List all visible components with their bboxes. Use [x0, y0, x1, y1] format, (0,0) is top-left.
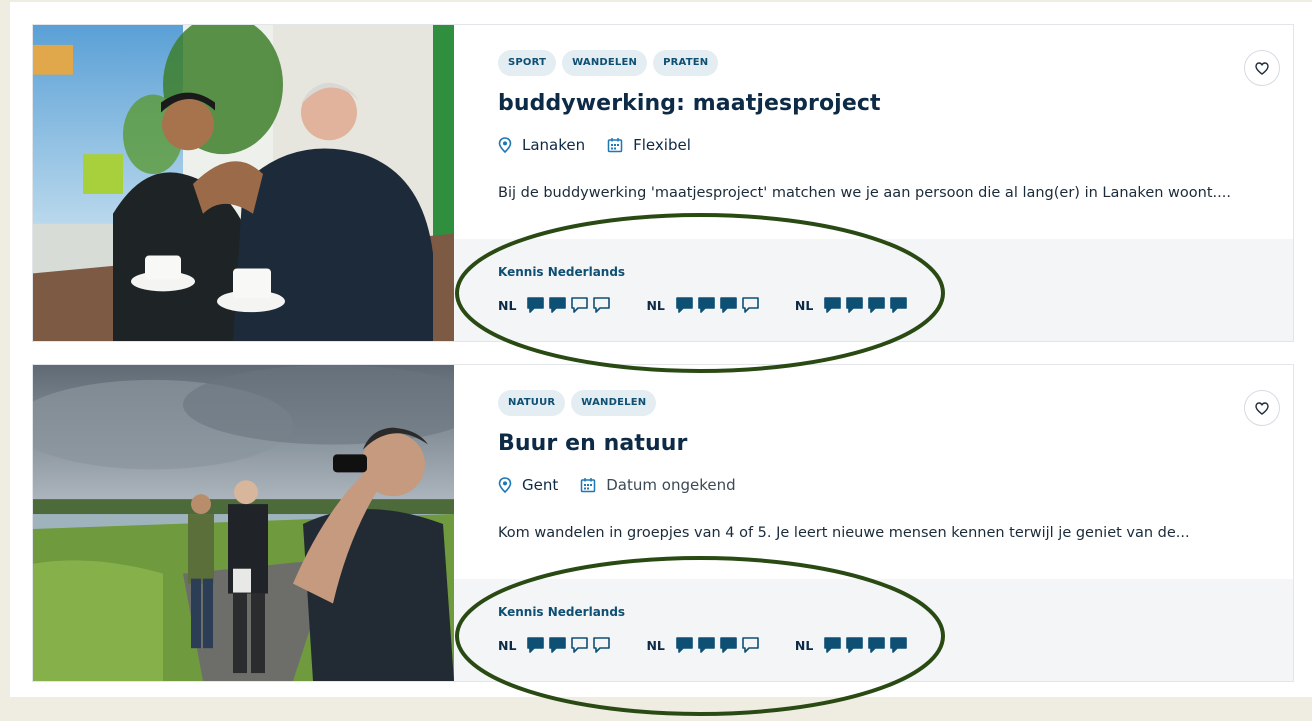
map-pin-icon — [498, 137, 512, 153]
favorite-button[interactable] — [1244, 390, 1280, 426]
favorite-button[interactable] — [1244, 50, 1280, 86]
activity-photo — [33, 365, 454, 681]
filled-speech-bubble-icon — [676, 297, 693, 313]
activity-location: Lanaken — [522, 136, 586, 154]
language-code: NL — [498, 637, 517, 653]
level-bubbles — [823, 296, 908, 314]
language-level: NL — [498, 296, 611, 314]
language-code: NL — [646, 297, 665, 313]
tag[interactable]: SPORT — [498, 50, 557, 76]
filled-speech-bubble-icon — [698, 297, 715, 313]
empty-speech-bubble-icon — [593, 637, 611, 653]
calendar-icon — [607, 138, 623, 153]
card-content: SPORT WANDELEN PRATEN buddywerking: maat… — [454, 25, 1293, 341]
card-content: NATUUR WANDELEN Buur en natuur Gent Datu… — [454, 365, 1293, 681]
filled-speech-bubble-icon — [868, 637, 886, 653]
filled-speech-bubble-icon — [846, 297, 864, 313]
level-list: NL NL NL — [498, 296, 943, 314]
tag[interactable]: NATUUR — [498, 390, 566, 416]
empty-speech-bubble-icon — [571, 637, 589, 653]
level-bubbles — [675, 636, 760, 654]
language-code: NL — [498, 297, 517, 313]
language-level: NL — [795, 636, 908, 654]
filled-speech-bubble-icon — [824, 637, 842, 653]
map-pin-icon — [498, 477, 512, 493]
language-code: NL — [794, 297, 814, 313]
skills-title: Kennis Nederlands — [498, 265, 626, 279]
heart-icon — [1255, 61, 1269, 75]
tag-list: SPORT WANDELEN PRATEN — [498, 50, 719, 76]
activity-meta: Gent Datum ongekend — [498, 476, 758, 494]
activity-meta: Lanaken Flexibel — [498, 136, 713, 154]
filled-speech-bubble-icon — [720, 637, 737, 653]
skills-title: Kennis Nederlands — [498, 605, 626, 619]
filled-speech-bubble-icon — [824, 297, 842, 313]
activity-title[interactable]: Buur en natuur — [498, 431, 687, 456]
activity-description: Kom wandelen in groepjes van 4 of 5. Je … — [498, 525, 1190, 541]
activity-photo — [33, 25, 454, 341]
filled-speech-bubble-icon — [527, 637, 545, 653]
language-level: NL — [646, 296, 759, 314]
tag[interactable]: WANDELEN — [562, 50, 648, 76]
language-level: NL — [498, 636, 611, 654]
filled-speech-bubble-icon — [527, 297, 545, 313]
filled-speech-bubble-icon — [720, 297, 737, 313]
language-skills: Kennis Nederlands NL NL NL — [454, 579, 1293, 681]
activity-title[interactable]: buddywerking: maatjesproject — [498, 91, 881, 116]
tag[interactable]: WANDELEN — [571, 390, 657, 416]
empty-speech-bubble-icon — [742, 297, 759, 313]
filled-speech-bubble-icon — [549, 297, 567, 313]
filled-speech-bubble-icon — [890, 297, 908, 313]
filled-speech-bubble-icon — [676, 637, 693, 653]
heart-icon — [1255, 401, 1269, 415]
filled-speech-bubble-icon — [549, 637, 567, 653]
filled-speech-bubble-icon — [698, 637, 715, 653]
empty-speech-bubble-icon — [742, 637, 759, 653]
empty-speech-bubble-icon — [593, 297, 611, 313]
activity-card[interactable]: NATUUR WANDELEN Buur en natuur Gent Datu… — [32, 364, 1294, 682]
language-level: NL — [646, 636, 759, 654]
filled-speech-bubble-icon — [890, 637, 908, 653]
filled-speech-bubble-icon — [846, 637, 864, 653]
language-code: NL — [794, 637, 814, 653]
filled-speech-bubble-icon — [868, 297, 886, 313]
tag[interactable]: PRATEN — [653, 50, 719, 76]
activity-date: Datum ongekend — [606, 476, 736, 494]
activity-date: Flexibel — [633, 136, 691, 154]
level-bubbles — [675, 296, 760, 314]
language-level: NL — [795, 296, 908, 314]
level-bubbles — [526, 636, 611, 654]
tag-list: NATUUR WANDELEN — [498, 390, 657, 416]
activity-location: Gent — [522, 476, 559, 494]
level-bubbles — [526, 296, 611, 314]
language-skills: Kennis Nederlands NL NL NL — [454, 239, 1293, 341]
empty-speech-bubble-icon — [571, 297, 589, 313]
activity-description: Bij de buddywerking 'maatjesproject' mat… — [498, 185, 1231, 201]
activity-card[interactable]: SPORT WANDELEN PRATEN buddywerking: maat… — [32, 24, 1294, 342]
level-list: NL NL NL — [498, 636, 943, 654]
language-code: NL — [646, 637, 665, 653]
level-bubbles — [823, 636, 908, 654]
calendar-icon — [581, 478, 596, 493]
